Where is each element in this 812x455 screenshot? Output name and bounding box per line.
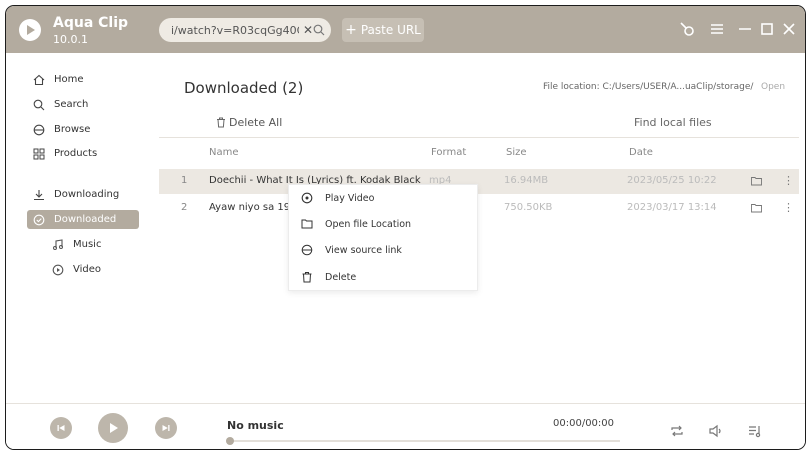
- row-size: 16.94MB: [504, 175, 549, 186]
- paste-url-label: Paste URL: [360, 23, 421, 37]
- sidebar-item-music[interactable]: Music: [46, 235, 136, 254]
- context-menu-label: Open file Location: [325, 218, 412, 230]
- minimize-icon[interactable]: [736, 20, 754, 38]
- column-header-date[interactable]: Date: [629, 147, 653, 158]
- sidebar-item-label: Home: [54, 74, 84, 85]
- context-menu-view-source-link[interactable]: View source link: [301, 241, 402, 259]
- sidebar-item-video[interactable]: Video: [46, 260, 136, 279]
- app-version: 10.0.1: [53, 33, 88, 46]
- row-date: 2023/03/17 13:14: [627, 202, 717, 213]
- playback-time: 00:00/00:00: [553, 418, 615, 429]
- url-input[interactable]: i/watch?v=R03cqGg40GU ✕: [159, 18, 331, 42]
- playlist-icon[interactable]: [747, 423, 763, 439]
- paste-url-button[interactable]: + Paste URL: [342, 18, 424, 42]
- row-number: 1: [181, 175, 188, 186]
- trash-icon: [217, 117, 225, 128]
- context-menu-label: Delete: [325, 271, 357, 283]
- maximize-icon[interactable]: [758, 20, 776, 38]
- skip-forward-icon: [162, 425, 170, 431]
- broom-icon[interactable]: [678, 20, 696, 38]
- sidebar-item-search[interactable]: Search: [27, 95, 139, 114]
- download-icon: [34, 189, 44, 200]
- main-panel: Downloaded (2) File location: C:/Users/U…: [151, 53, 805, 403]
- context-menu-open-file-location[interactable]: Open file Location: [301, 215, 411, 233]
- sidebar-item-label: Video: [73, 264, 102, 275]
- play-icon: [110, 423, 118, 433]
- header-divider: [159, 137, 799, 138]
- clear-icon[interactable]: ✕: [303, 23, 313, 37]
- home-icon: [33, 74, 45, 85]
- close-icon[interactable]: [780, 20, 798, 38]
- app-name: Aqua Clip: [53, 15, 129, 31]
- repeat-icon[interactable]: [669, 423, 685, 439]
- search-icon[interactable]: [313, 24, 325, 36]
- open-location-link[interactable]: Open: [761, 82, 785, 92]
- file-location-text: File location: C:/Users/USER/A...uaClip/…: [543, 82, 754, 92]
- sidebar-item-label: Downloading: [54, 189, 120, 200]
- column-header-size[interactable]: Size: [506, 147, 527, 158]
- sidebar-item-downloaded[interactable]: Downloaded: [27, 210, 139, 229]
- folder-icon[interactable]: [751, 203, 762, 213]
- context-menu-play-video[interactable]: Play Video: [301, 189, 374, 207]
- grid-icon: [33, 148, 45, 159]
- page-title: Downloaded (2): [184, 79, 304, 97]
- title-bar: Aqua Clip 10.0.1 i/watch?v=R03cqGg40GU ✕…: [6, 6, 805, 53]
- row-number: 2: [181, 202, 188, 213]
- folder-icon: [301, 219, 313, 229]
- context-menu-label: View source link: [325, 244, 402, 256]
- sidebar-item-label: Downloaded: [54, 214, 117, 225]
- progress-track[interactable]: [229, 440, 620, 442]
- column-header-format[interactable]: Format: [431, 147, 466, 158]
- url-input-value: i/watch?v=R03cqGg40GU: [171, 23, 299, 37]
- sidebar-item-home[interactable]: Home: [27, 70, 139, 89]
- delete-all-button[interactable]: Delete All: [216, 116, 282, 129]
- trash-icon: [302, 272, 312, 283]
- play-circle-icon: [301, 192, 313, 204]
- delete-all-label: Delete All: [229, 116, 283, 129]
- table-row[interactable]: 1 Doechii - What It Is (Lyrics) ft. Koda…: [159, 169, 799, 194]
- folder-icon[interactable]: [751, 176, 762, 186]
- play-circle-icon: [52, 264, 64, 275]
- sidebar-item-browse[interactable]: Browse: [27, 120, 139, 139]
- more-options-icon[interactable]: ⋮: [783, 174, 794, 187]
- column-header-name[interactable]: Name: [209, 147, 239, 158]
- sidebar-item-products[interactable]: Products: [27, 144, 139, 163]
- sidebar-item-downloading[interactable]: Downloading: [27, 185, 139, 204]
- menu-icon[interactable]: [708, 20, 726, 38]
- sidebar-item-label: Products: [54, 148, 98, 159]
- next-track-button[interactable]: [155, 417, 177, 439]
- row-size: 750.50KB: [504, 202, 553, 213]
- sidebar-item-label: Browse: [54, 124, 91, 135]
- check-circle-icon: [33, 214, 45, 225]
- search-icon: [33, 99, 45, 110]
- find-local-files-button[interactable]: Find local files: [634, 116, 712, 129]
- context-menu-label: Play Video: [325, 192, 375, 204]
- table-row[interactable]: 2 Ayaw niyo sa 19 750.50KB 2023/03/17 13…: [159, 196, 799, 221]
- play-button[interactable]: [98, 413, 128, 443]
- globe-icon: [301, 244, 313, 256]
- sidebar-item-label: Music: [73, 239, 102, 250]
- skip-back-icon: [57, 425, 65, 431]
- more-options-icon[interactable]: ⋮: [783, 201, 794, 214]
- progress-handle[interactable]: [226, 437, 234, 445]
- now-playing-title: No music: [227, 419, 284, 432]
- music-note-icon: [53, 238, 63, 250]
- context-menu-delete[interactable]: Delete: [301, 268, 356, 286]
- sidebar: Home Search Browse Products Downloading …: [6, 53, 151, 403]
- music-player-bar: No music 00:00/00:00: [6, 403, 805, 449]
- row-date: 2023/05/25 10:22: [627, 175, 717, 186]
- sidebar-item-label: Search: [54, 99, 89, 110]
- context-menu: Play Video Open file Location View sourc…: [288, 184, 478, 291]
- app-logo-icon: [19, 19, 41, 41]
- plus-icon: +: [345, 22, 357, 38]
- globe-icon: [33, 124, 45, 135]
- volume-icon[interactable]: [708, 423, 724, 439]
- previous-track-button[interactable]: [50, 417, 72, 439]
